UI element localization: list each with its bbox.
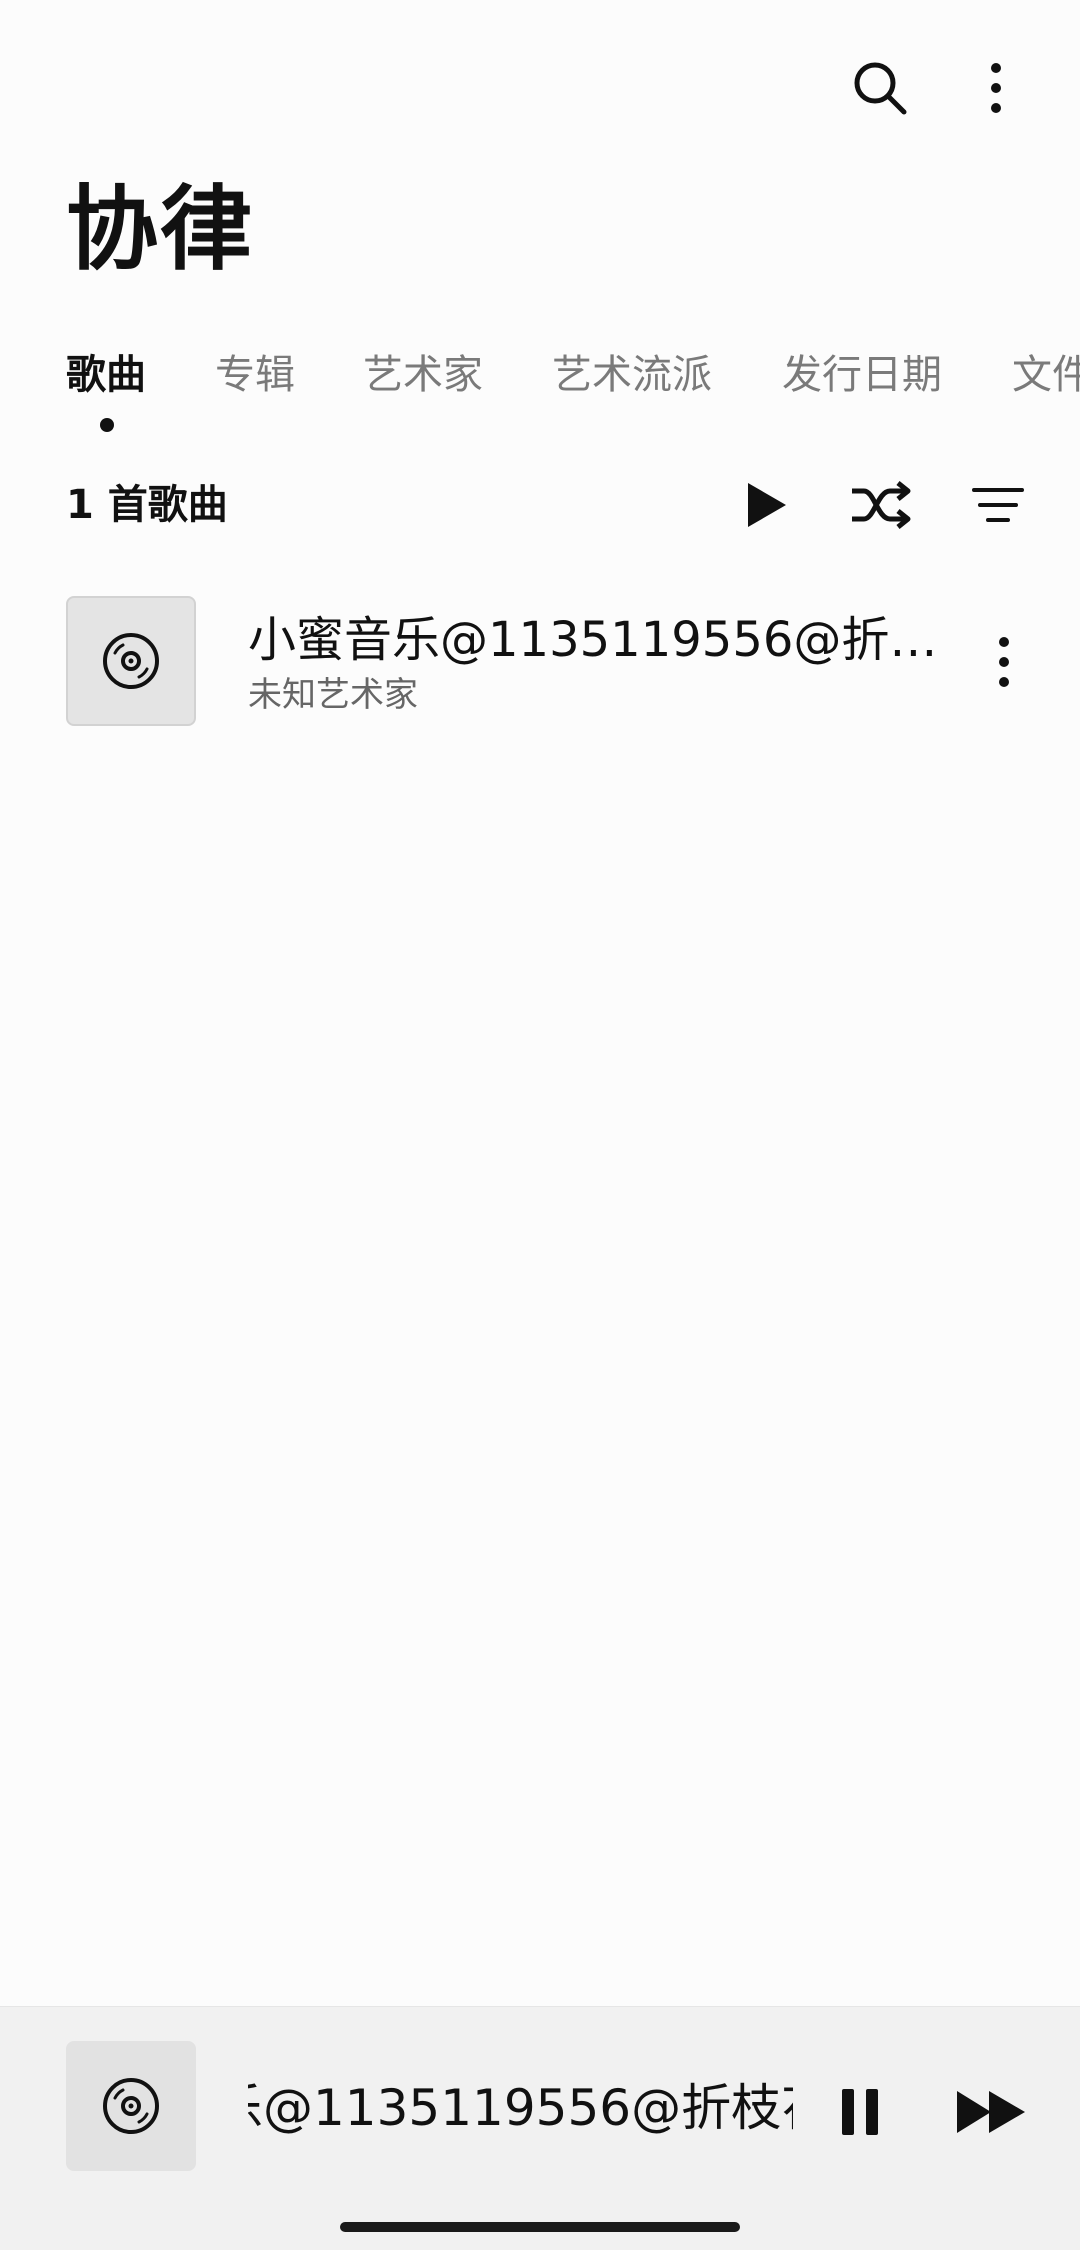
tab-release-date[interactable]: 发行日期: [782, 340, 942, 410]
pause-icon: [842, 2089, 878, 2135]
tab-albums[interactable]: 专辑: [215, 340, 295, 410]
song-artist: 未知艺术家: [248, 675, 418, 715]
now-playing-bar[interactable]: 小蜜音乐@1135119556@折枝花满衣@泽州: [0, 2006, 1080, 2207]
now-playing-title: 小蜜音乐@1135119556@折枝花满衣@泽州: [248, 2073, 793, 2143]
disc-icon: [103, 633, 159, 689]
overflow-menu-button[interactable]: [956, 48, 1036, 128]
shuffle-icon: [852, 481, 911, 529]
now-playing-art: [66, 2041, 196, 2171]
search-button[interactable]: [840, 48, 920, 128]
home-indicator[interactable]: [340, 2222, 740, 2232]
play-icon: [748, 483, 786, 527]
play-all-button[interactable]: [726, 465, 806, 545]
search-icon: [854, 62, 907, 115]
now-playing-title-text: 小蜜音乐@1135119556@折枝花满衣@泽州: [248, 2079, 793, 2137]
pause-button[interactable]: [815, 2067, 905, 2157]
skip-next-icon: [957, 2091, 1025, 2133]
song-options-button[interactable]: [964, 622, 1044, 702]
system-navigation-bar: [0, 2206, 1080, 2250]
disc-icon: [103, 2078, 159, 2134]
tab-artists[interactable]: 艺术家: [363, 340, 483, 410]
tab-genres[interactable]: 艺术流派: [552, 340, 712, 410]
category-tabs: 歌曲 专辑 艺术家 艺术流派 发行日期 文件: [0, 340, 1080, 440]
active-tab-indicator: [100, 418, 114, 432]
song-count: 1 首歌曲: [66, 482, 228, 528]
shuffle-button[interactable]: [841, 465, 921, 545]
more-vert-icon: [999, 637, 1009, 687]
tab-songs[interactable]: 歌曲: [66, 340, 146, 410]
skip-next-button[interactable]: [946, 2067, 1036, 2157]
music-library-screen: 协律 歌曲 专辑 艺术家 艺术流派 发行日期 文件 1 首歌曲 小蜜音乐@113…: [0, 0, 1080, 2250]
sort-button[interactable]: [958, 465, 1038, 545]
song-list-item[interactable]: 小蜜音乐@1135119556@折枝花满衣@泽州 未知艺术家: [0, 590, 1080, 740]
page-title: 协律: [66, 176, 255, 283]
tab-files[interactable]: 文件: [1012, 340, 1080, 410]
song-title: 小蜜音乐@1135119556@折枝花满衣@泽州: [248, 612, 948, 668]
sort-icon: [972, 488, 1024, 522]
more-vert-icon: [991, 63, 1001, 113]
album-art: [66, 596, 196, 726]
